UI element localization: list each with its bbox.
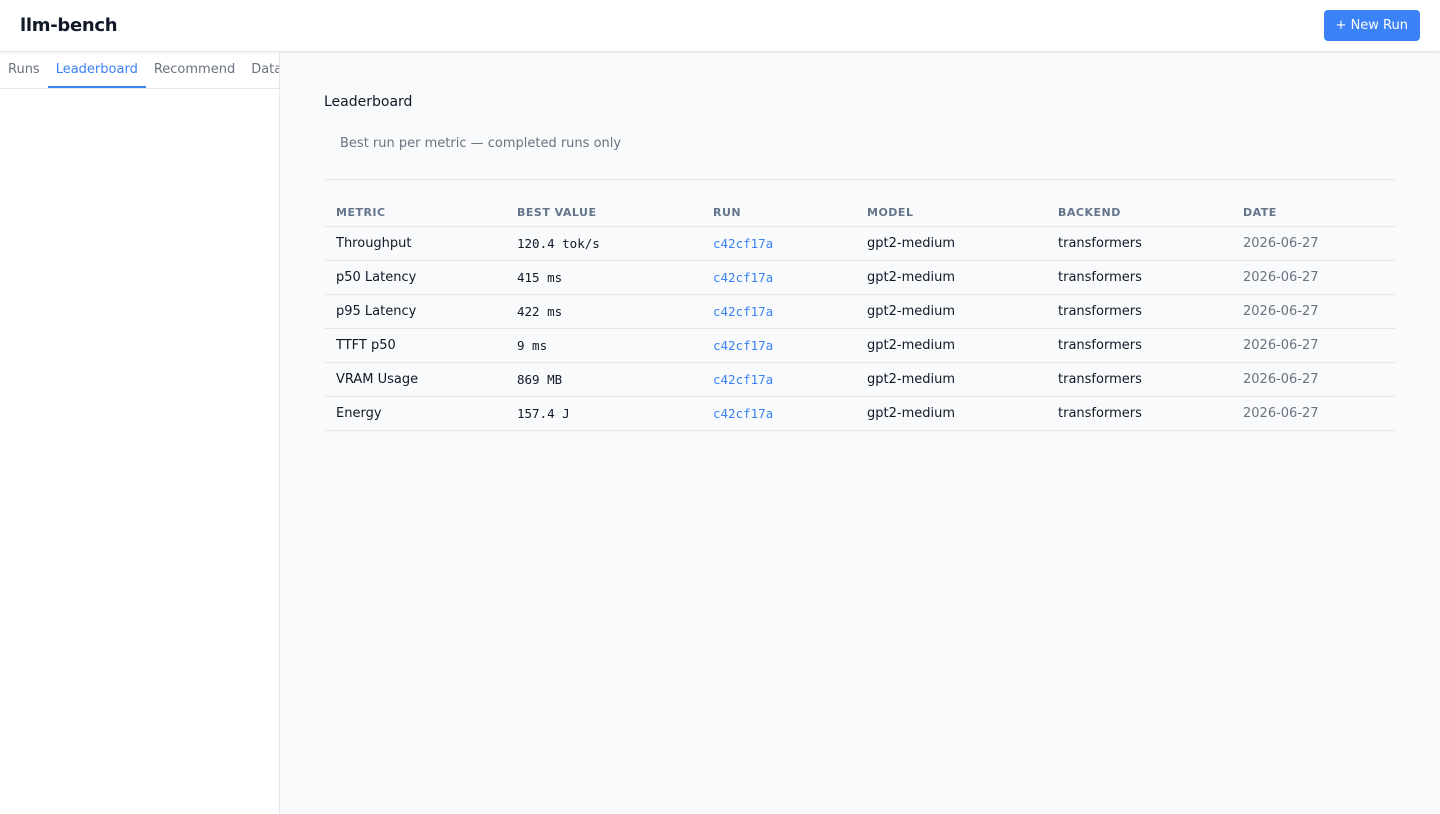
best-value-cell: 9 ms [505,328,701,363]
run-link[interactable]: c42cf17a [701,396,855,431]
page-title: Leaderboard [324,94,413,110]
model-cell: gpt2-medium [855,294,1046,329]
best-value-cell: 157.4 J [505,396,701,431]
best-value-cell: 415 ms [505,260,701,295]
column-header-metric: METRIC [324,200,505,227]
column-header-backend: BACKEND [1046,200,1231,227]
date-cell: 2026-06-27 [1231,396,1396,431]
best-value-cell: 869 MB [505,362,701,397]
date-cell: 2026-06-27 [1231,260,1396,295]
run-link[interactable]: c42cf17a [701,226,855,261]
metric-cell: Energy [324,396,505,431]
run-link[interactable]: c42cf17a [701,328,855,363]
backend-cell: transformers [1046,294,1231,329]
column-header-run: RUN [701,200,855,227]
date-cell: 2026-06-27 [1231,328,1396,363]
app-title: llm-bench [20,15,118,36]
backend-cell: transformers [1046,260,1231,295]
date-cell: 2026-06-27 [1231,226,1396,261]
metric-cell: p95 Latency [324,294,505,329]
column-header-best-value: BEST VALUE [505,200,701,227]
model-cell: gpt2-medium [855,226,1046,261]
tab-recommend[interactable]: Recommend [146,52,243,88]
backend-cell: transformers [1046,362,1231,397]
table-row: p50 Latency 415 ms c42cf17a gpt2-medium … [324,260,1396,295]
leaderboard-table: METRIC BEST VALUE RUN MODEL BACKEND DATE… [324,200,1396,431]
metric-cell: p50 Latency [324,260,505,295]
divider [324,179,1396,180]
new-run-button[interactable]: + New Run [1323,10,1420,41]
metric-cell: Throughput [324,226,505,261]
top-bar: llm-bench + New Run [0,0,1440,52]
table-row: p95 Latency 422 ms c42cf17a gpt2-medium … [324,294,1396,329]
table-header-row: METRIC BEST VALUE RUN MODEL BACKEND DATE [324,200,1396,227]
best-value-cell: 422 ms [505,294,701,329]
tab-datasets[interactable]: Datase [243,52,279,88]
model-cell: gpt2-medium [855,396,1046,431]
sidebar: Runs Leaderboard Recommend Datase [0,52,280,814]
run-link[interactable]: c42cf17a [701,260,855,295]
tab-leaderboard[interactable]: Leaderboard [47,52,146,88]
backend-cell: transformers [1046,396,1231,431]
run-link[interactable]: c42cf17a [701,294,855,329]
model-cell: gpt2-medium [855,328,1046,363]
column-header-model: MODEL [855,200,1046,227]
run-link[interactable]: c42cf17a [701,362,855,397]
main-content: Leaderboard Best run per metric — comple… [280,52,1440,814]
leaderboard-subtitle: Best run per metric — completed runs onl… [340,136,622,151]
table-row: Throughput 120.4 tok/s c42cf17a gpt2-med… [324,226,1396,261]
model-cell: gpt2-medium [855,362,1046,397]
table-row: TTFT p50 9 ms c42cf17a gpt2-medium trans… [324,328,1396,363]
best-value-cell: 120.4 tok/s [505,226,701,261]
backend-cell: transformers [1046,226,1231,261]
metric-cell: VRAM Usage [324,362,505,397]
date-cell: 2026-06-27 [1231,294,1396,329]
table-row: Energy 157.4 J c42cf17a gpt2-medium tran… [324,396,1396,431]
table-row: VRAM Usage 869 MB c42cf17a gpt2-medium t… [324,362,1396,397]
sidebar-tabs: Runs Leaderboard Recommend Datase [0,52,279,89]
column-header-date: DATE [1231,200,1396,227]
backend-cell: transformers [1046,328,1231,363]
date-cell: 2026-06-27 [1231,362,1396,397]
model-cell: gpt2-medium [855,260,1046,295]
metric-cell: TTFT p50 [324,328,505,363]
tab-runs[interactable]: Runs [0,52,48,88]
